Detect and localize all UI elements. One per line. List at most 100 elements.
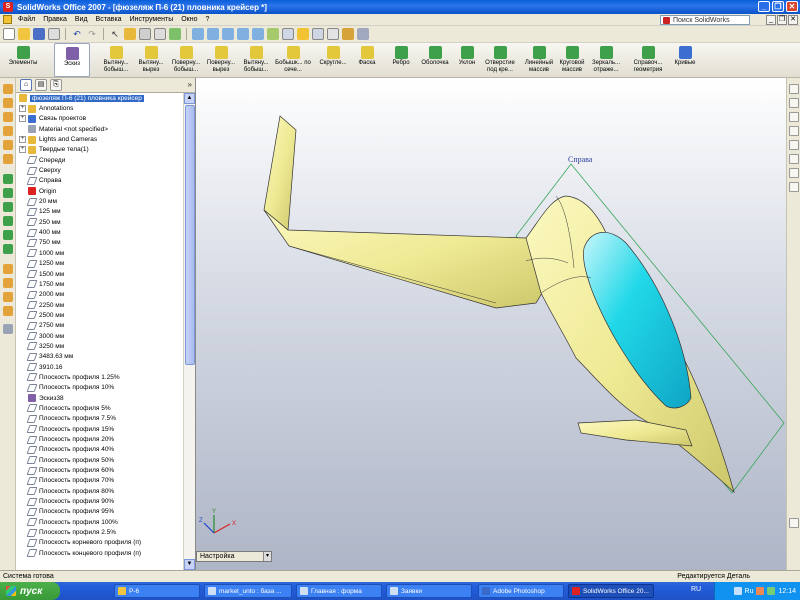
- tool-icon[interactable]: [3, 230, 13, 240]
- menu-tools[interactable]: Инструменты: [126, 16, 178, 23]
- tree-item[interactable]: Плоскость профиля 40%: [16, 445, 184, 455]
- tree-item[interactable]: 2750 мм: [16, 321, 184, 331]
- menu-help[interactable]: ?: [202, 16, 214, 23]
- tree-item[interactable]: 20 мм: [16, 196, 184, 206]
- draft-button[interactable]: Уклон: [452, 43, 482, 77]
- tool-icon[interactable]: [3, 140, 13, 150]
- view-orientation-icon[interactable]: [282, 28, 294, 40]
- section-view-icon[interactable]: [312, 28, 324, 40]
- tree-item[interactable]: 400 мм: [16, 227, 184, 237]
- tool-icon[interactable]: [3, 278, 13, 288]
- tree-item[interactable]: + Annotations: [16, 103, 184, 113]
- fillet-button[interactable]: Скругле...: [316, 43, 350, 77]
- tool-icon[interactable]: [3, 324, 13, 334]
- print-icon[interactable]: [48, 28, 60, 40]
- expand-plus-icon[interactable]: +: [19, 115, 26, 123]
- save-icon[interactable]: [33, 28, 45, 40]
- tree-item[interactable]: Плоскость профиля 70%: [16, 476, 184, 486]
- revolved-boss-button[interactable]: Поверну... бобыш...: [168, 43, 204, 77]
- taskbar-item-main-form[interactable]: Главная : форма: [296, 584, 382, 598]
- tree-item[interactable]: 2250 мм: [16, 300, 184, 310]
- menu-file[interactable]: Файл: [14, 16, 39, 23]
- tree-item[interactable]: 1750 мм: [16, 279, 184, 289]
- doc-minimize-button[interactable]: _: [766, 15, 776, 25]
- chamfer-button[interactable]: Фаска: [350, 43, 384, 77]
- tool-icon[interactable]: [3, 264, 13, 274]
- pan-icon[interactable]: [267, 28, 279, 40]
- input-language[interactable]: Ru: [745, 588, 754, 595]
- tray-icon[interactable]: [756, 587, 765, 595]
- solidworks-forum-icon[interactable]: [789, 182, 799, 192]
- document-icon[interactable]: [3, 15, 12, 24]
- tree-item[interactable]: + Связь проектов: [16, 114, 184, 124]
- tree-item[interactable]: 750 мм: [16, 238, 184, 248]
- main-wing[interactable]: [263, 209, 552, 309]
- options-icon[interactable]: [139, 28, 151, 40]
- tray-icon[interactable]: [767, 587, 776, 595]
- feature-tree-scrollbar[interactable]: ▲ ▼: [183, 93, 195, 570]
- zoom-in-out-icon[interactable]: [222, 28, 234, 40]
- tree-root-part[interactable]: фюзеляж П-6 (21) пловника крейсер: [16, 93, 184, 103]
- tree-item[interactable]: Плоскость корневого профиля (п): [16, 538, 184, 548]
- extruded-boss-button[interactable]: Вытяну... бобыш...: [98, 43, 134, 77]
- tree-item[interactable]: 3483.63 мм: [16, 352, 184, 362]
- tree-item[interactable]: 1250 мм: [16, 259, 184, 269]
- property-manager-tab[interactable]: ▤: [35, 79, 47, 91]
- view-palette-icon[interactable]: [789, 140, 799, 150]
- tool-icon[interactable]: [3, 126, 13, 136]
- start-button[interactable]: пуск: [0, 582, 60, 600]
- tree-item[interactable]: + Твердые тела(1): [16, 145, 184, 155]
- expand-chevron-icon[interactable]: »: [188, 80, 192, 89]
- search-tab-icon[interactable]: [789, 126, 799, 136]
- tool-icon[interactable]: [3, 292, 13, 302]
- tree-item[interactable]: Плоскость профиля 15%: [16, 424, 184, 434]
- resources-icon[interactable]: [789, 84, 799, 94]
- configuration-tab[interactable]: Настройка ▾: [196, 551, 272, 562]
- doc-restore-button[interactable]: ❐: [777, 15, 787, 25]
- tool-icon[interactable]: [3, 244, 13, 254]
- tree-item[interactable]: Плоскость концевого профиля (п): [16, 548, 184, 558]
- tool-icon[interactable]: [3, 306, 13, 316]
- restore-button[interactable]: ❐: [772, 1, 784, 12]
- shaded-display-icon[interactable]: [297, 28, 309, 40]
- display-icon[interactable]: [154, 28, 166, 40]
- tool-icon[interactable]: [3, 174, 13, 184]
- menu-edit[interactable]: Правка: [39, 16, 71, 23]
- tool-icon[interactable]: [3, 112, 13, 122]
- tool-icon[interactable]: [3, 216, 13, 226]
- feature-tree-tab[interactable]: ⌂: [20, 79, 32, 91]
- swept-boss-button[interactable]: Вытяну... бобыш...: [238, 43, 274, 77]
- help-icon[interactable]: [169, 28, 181, 40]
- rib-button[interactable]: Ребро: [384, 43, 418, 77]
- dropdown-arrow-icon[interactable]: ▾: [263, 552, 271, 561]
- file-explorer-icon[interactable]: [789, 112, 799, 122]
- custom-properties-icon[interactable]: [789, 168, 799, 178]
- orientation-triad[interactable]: X Y Z: [199, 509, 236, 534]
- tool-icon[interactable]: [3, 84, 13, 94]
- taskbar-item-market[interactable]: market_unto : база ...: [204, 584, 292, 598]
- features-tab-button[interactable]: Элементы: [4, 43, 42, 77]
- tree-item[interactable]: 3910.16: [16, 362, 184, 372]
- rotate-view-icon[interactable]: [252, 28, 264, 40]
- tree-item[interactable]: Справа: [16, 176, 184, 186]
- tree-item[interactable]: 2500 мм: [16, 310, 184, 320]
- expand-plus-icon[interactable]: +: [19, 105, 26, 113]
- wing-tip-fin[interactable]: [263, 115, 297, 231]
- doc-close-button[interactable]: ✕: [788, 15, 798, 25]
- design-library-icon[interactable]: [789, 98, 799, 108]
- circular-pattern-button[interactable]: Круговой массив: [556, 43, 588, 77]
- tool-icon[interactable]: [3, 188, 13, 198]
- tree-item[interactable]: Плоскость профиля 7.5%: [16, 414, 184, 424]
- shell-button[interactable]: Оболочка: [418, 43, 452, 77]
- curves-button[interactable]: Кривые: [668, 43, 702, 77]
- linear-pattern-button[interactable]: Линейный массив: [522, 43, 556, 77]
- zoom-area-icon[interactable]: [207, 28, 219, 40]
- revolved-cut-button[interactable]: Поверну... вырез: [204, 43, 238, 77]
- scroll-up-icon[interactable]: ▲: [184, 93, 195, 104]
- hole-wizard-button[interactable]: Отверстие под кре...: [482, 43, 518, 77]
- tree-item[interactable]: Плоскость профиля 5%: [16, 403, 184, 413]
- tree-item[interactable]: Плоскость профиля 2.5%: [16, 527, 184, 537]
- tree-item[interactable]: Плоскость профиля 95%: [16, 507, 184, 517]
- tree-item[interactable]: Сверху: [16, 165, 184, 175]
- redo-icon[interactable]: ↷: [86, 28, 98, 40]
